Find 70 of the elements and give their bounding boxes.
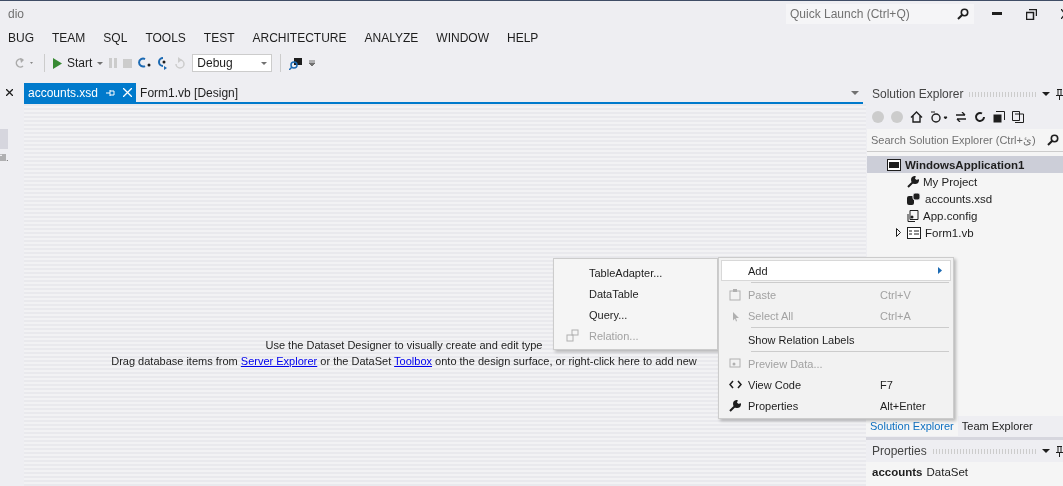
tree-item[interactable]: Form1.vb bbox=[867, 224, 1063, 241]
menu-item[interactable]: WINDOW bbox=[427, 31, 498, 45]
search-icon bbox=[1047, 134, 1059, 146]
play-icon bbox=[53, 57, 62, 69]
code-icon bbox=[728, 380, 742, 389]
panel-tab[interactable]: Team Explorer bbox=[957, 416, 1037, 436]
start-button[interactable]: Start bbox=[53, 56, 104, 70]
wrench-icon bbox=[729, 399, 741, 412]
designer-hint: Drag database items from Server Explorer or the DataSet Toolbox onto the design surface, or right-click here to add new bbox=[111, 354, 697, 369]
tree-item[interactable]: WindowsApplication1 bbox=[867, 156, 1063, 173]
menu-item[interactable]: DataTable bbox=[556, 283, 715, 304]
menu-item[interactable]: Show Relation Labels bbox=[721, 329, 951, 350]
menu-item[interactable]: TEAM bbox=[43, 31, 95, 45]
tree-item[interactable]: App.config bbox=[867, 207, 1063, 224]
menu-item[interactable]: HELP bbox=[498, 31, 548, 45]
menu-item[interactable]: SQL bbox=[94, 31, 137, 45]
search-field[interactable]: Search Solution Explorer (Ctrl+ئ) bbox=[867, 129, 1063, 152]
menu-item[interactable]: Properties Alt+Enter bbox=[721, 395, 951, 416]
link[interactable]: Toolbox bbox=[394, 355, 433, 367]
vb-project-icon bbox=[887, 158, 901, 171]
tree-item[interactable]: My Project bbox=[867, 173, 1063, 190]
minimize-icon[interactable] bbox=[992, 12, 1002, 16]
menu-item[interactable]: View Code F7 bbox=[721, 374, 951, 395]
dropdown-arrow-icon[interactable] bbox=[1042, 449, 1050, 453]
object-name: accounts bbox=[872, 466, 923, 480]
tree-item[interactable]: accounts.xsd bbox=[867, 190, 1063, 207]
dropdown-arrow-icon bbox=[97, 61, 104, 65]
panel-title: Properties bbox=[872, 444, 927, 458]
expand-arrow-icon[interactable] bbox=[895, 228, 901, 237]
relation-icon bbox=[566, 329, 579, 342]
menu-item[interactable]: TEST bbox=[194, 31, 244, 45]
dropdown-arrow-icon bbox=[261, 61, 268, 65]
document-tab[interactable]: Form1.vb [Design] bbox=[136, 83, 243, 102]
object-type: DataSet bbox=[926, 466, 969, 480]
menu-item[interactable]: TOOLS bbox=[136, 31, 195, 45]
clipboard-icon bbox=[729, 288, 741, 301]
wrench-icon bbox=[907, 175, 919, 188]
sync-icon[interactable] bbox=[955, 112, 967, 122]
find-icon[interactable] bbox=[289, 56, 304, 70]
side-text: ill. bbox=[0, 153, 10, 163]
show-all-files-icon[interactable] bbox=[1012, 111, 1024, 123]
step-over-icon[interactable] bbox=[138, 57, 152, 69]
menu-item[interactable]: BUG bbox=[0, 31, 43, 45]
menu-item[interactable]: Add bbox=[721, 260, 951, 281]
table-preview-icon bbox=[729, 358, 741, 369]
pin-icon[interactable] bbox=[1056, 88, 1063, 100]
close-icon[interactable] bbox=[6, 89, 13, 96]
refresh-icon[interactable] bbox=[974, 111, 986, 123]
history-icon[interactable] bbox=[930, 111, 948, 123]
menu-item[interactable]: ARCHITECTURE bbox=[243, 31, 356, 45]
menu-item[interactable]: Query... bbox=[556, 304, 715, 325]
home-icon[interactable] bbox=[910, 111, 923, 123]
window-title: dio bbox=[8, 7, 25, 21]
quick-launch-field[interactable]: Quick Launch (Ctrl+Q) bbox=[786, 4, 974, 24]
form-icon bbox=[907, 226, 921, 239]
panel-title: Solution Explorer bbox=[872, 87, 964, 101]
overflow-icon[interactable] bbox=[309, 60, 316, 66]
pin-icon[interactable] bbox=[1056, 445, 1063, 457]
menu-item[interactable]: ANALYZE bbox=[355, 31, 428, 45]
link[interactable]: Server Explorer bbox=[240, 355, 318, 367]
step-into-icon[interactable] bbox=[157, 56, 169, 70]
configuration-dropdown[interactable]: Debug bbox=[192, 54, 273, 72]
search-icon bbox=[957, 8, 969, 20]
database-icon bbox=[907, 192, 921, 205]
collapse-all-icon[interactable] bbox=[993, 111, 1005, 123]
designer-hint: Use the Dataset Designer to visually create and edit type bbox=[265, 338, 543, 353]
menu-item[interactable]: TableAdapter... bbox=[556, 262, 715, 283]
restore-icon[interactable] bbox=[1026, 8, 1037, 20]
config-file-icon bbox=[907, 209, 919, 222]
dropdown-arrow-icon[interactable] bbox=[1042, 92, 1050, 96]
